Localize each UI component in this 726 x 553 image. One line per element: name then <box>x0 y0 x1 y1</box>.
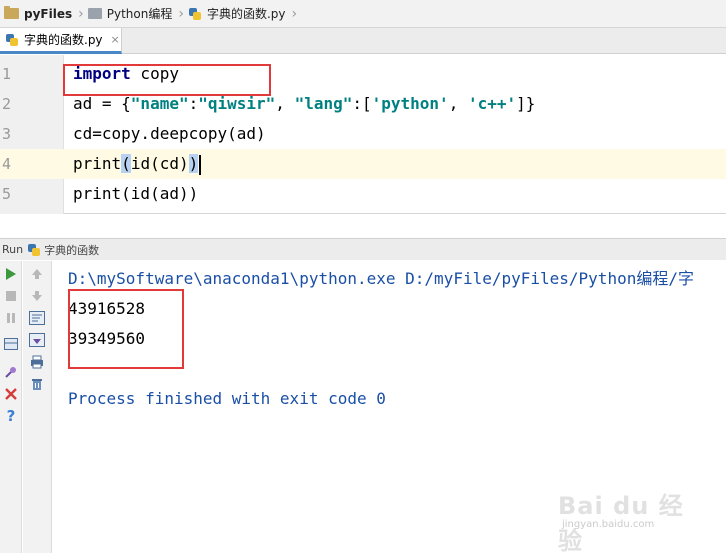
code-line-current: 4 print(id(cd)) <box>0 149 726 179</box>
python-file-icon <box>5 33 19 47</box>
paren-match: ) <box>188 154 199 173</box>
breadcrumb-item-python[interactable]: Python编程 <box>87 0 177 28</box>
breadcrumb-label: 字典的函数.py <box>206 7 286 21</box>
scroll-to-end-icon[interactable] <box>28 331 46 349</box>
code-text: , <box>275 94 295 113</box>
folder-icon <box>4 6 19 19</box>
tab-label: 字典的函数.py <box>24 33 103 47</box>
paren-match: ( <box>121 154 131 173</box>
run-panel-title: Run <box>2 243 24 256</box>
arrow-down-icon[interactable] <box>28 287 46 305</box>
line-number: 5 <box>2 185 12 203</box>
pin-icon[interactable] <box>2 363 20 381</box>
chevron-right-icon: › <box>78 5 84 22</box>
editor-tab-bar: 字典的函数.py × <box>0 28 726 54</box>
code-line: 5 print(id(ad)) <box>0 179 726 209</box>
run-config-name[interactable]: 字典的函数 <box>44 242 99 258</box>
python-file-icon <box>188 7 202 21</box>
breadcrumb: pyFiles › Python编程 › 字典的函数.py › <box>0 0 726 28</box>
line-number: 2 <box>2 95 12 113</box>
rerun-icon[interactable] <box>2 265 20 283</box>
code-text: : <box>188 94 199 113</box>
code-text: id(cd) <box>130 154 189 173</box>
soft-wrap-icon[interactable] <box>28 309 46 327</box>
code-text: print <box>73 154 122 173</box>
chevron-right-icon: › <box>178 5 184 22</box>
line-number: 1 <box>2 65 12 83</box>
breadcrumb-label: Python编程 <box>106 7 173 21</box>
string-literal: "qiwsir" <box>198 94 276 113</box>
code-text: ]} <box>516 94 536 113</box>
code-line: 3 cd=copy.deepcopy(ad) <box>0 119 726 149</box>
code-text: ad = { <box>73 94 131 113</box>
code-text: cd=copy.deepcopy(ad) <box>73 124 266 143</box>
string-literal: 'python' <box>371 94 449 113</box>
pause-icon[interactable] <box>2 309 20 327</box>
console-exit-message: Process finished with exit code 0 <box>68 389 386 408</box>
run-panel-header: Run 字典的函数 <box>0 238 726 260</box>
highlight-box-deepcopy <box>63 64 271 96</box>
layout-icon[interactable] <box>2 335 20 353</box>
stop-icon[interactable] <box>2 287 20 305</box>
arrow-up-icon[interactable] <box>28 265 46 283</box>
code-text: :[ <box>352 94 372 113</box>
breadcrumb-label: pyFiles <box>24 6 73 21</box>
breadcrumb-item-pyfiles[interactable]: pyFiles <box>4 0 76 28</box>
string-literal: 'c++' <box>467 94 517 113</box>
string-literal: "lang" <box>294 94 353 113</box>
breadcrumb-item-file[interactable]: 字典的函数.py <box>188 0 290 28</box>
tab-file[interactable]: 字典的函数.py × <box>0 28 122 54</box>
help-icon[interactable]: ? <box>2 407 20 425</box>
code-text: print(id(ad)) <box>73 184 199 203</box>
run-toolbar-mid <box>23 261 52 553</box>
chevron-right-icon: › <box>291 5 298 22</box>
run-toolbar-left: ? <box>0 261 22 553</box>
watermark-url: jingyan.baidu.com <box>562 519 655 530</box>
print-icon[interactable] <box>28 353 46 371</box>
code-text: , <box>448 94 468 113</box>
python-file-icon <box>27 243 41 256</box>
string-literal: "name" <box>130 94 189 113</box>
close-icon[interactable] <box>2 385 20 403</box>
trash-icon[interactable] <box>28 375 46 393</box>
text-caret <box>199 154 202 175</box>
line-number: 3 <box>2 125 12 143</box>
line-number: 4 <box>2 155 12 173</box>
folder-icon <box>87 8 102 19</box>
baidu-watermark: Bai du 经验 jingyan.baidu.com <box>558 486 708 553</box>
close-icon[interactable]: × <box>111 33 120 46</box>
highlight-box-output <box>68 289 184 369</box>
